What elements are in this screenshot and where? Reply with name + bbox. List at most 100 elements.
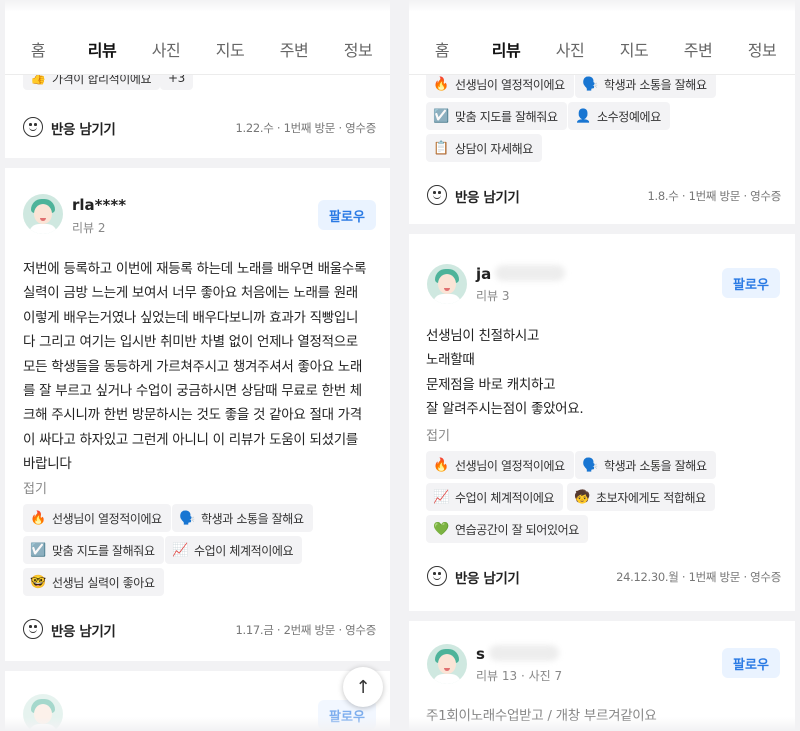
right-review-panel: 홈 리뷰 사진 지도 주변 정보 🔥 선생님이 열정적이에요 🗣️ 학생과 소통… xyxy=(409,0,795,731)
review-line: 노래할때 xyxy=(426,352,475,369)
react-row: 반응 남기기 24.12.30.월 · 1번째 방문 · 영수증 xyxy=(427,565,781,591)
review-tag: 🧒 초보자에게도 적합해요 xyxy=(567,483,715,511)
reviewer-nickname[interactable]: ja xyxy=(476,265,491,283)
clipboard-icon: 📋 xyxy=(433,140,449,156)
review-line: 문제점을 바로 캐치하고 xyxy=(426,376,556,393)
follow-button[interactable]: 팔로우 xyxy=(722,268,780,298)
review-tag: 🔥 선생님이 열정적이에요 xyxy=(426,451,574,479)
review-tag-label: 학생과 소통을 잘해요 xyxy=(604,77,707,92)
review-line: 를 잘 부르고 싶거나 수업이 궁금하시면 상담때 무료로 한번 체 xyxy=(23,383,362,400)
review-line: 잘 알려주시는점이 좋았어요. xyxy=(426,401,584,418)
fire-icon: 🔥 xyxy=(433,457,449,473)
avatar[interactable] xyxy=(427,644,467,684)
review-line: 크해 주시니까 한번 방문하시는 것도 좋을 것 같아요 절대 가격 xyxy=(23,407,362,424)
reviewer-stats: 리뷰 3 xyxy=(476,289,510,303)
tab-reviews[interactable]: 리뷰 xyxy=(88,37,117,61)
reviewer-nickname[interactable]: rla**** xyxy=(72,196,126,214)
tab-nearby[interactable]: 주변 xyxy=(280,37,309,61)
react-button[interactable]: 반응 남기기 xyxy=(455,186,520,206)
nickname-blur xyxy=(495,265,565,281)
review-tag: 👤 소수정예에요 xyxy=(568,102,670,130)
smile-icon[interactable] xyxy=(427,566,447,586)
react-button[interactable]: 반응 남기기 xyxy=(51,118,116,138)
reviewer-nickname[interactable]: s xyxy=(476,645,485,663)
review-line: 이 싸다고 하자있고 그런게 아니니 이 리뷰가 도움이 되셨기를 xyxy=(23,431,358,448)
tab-reviews[interactable]: 리뷰 xyxy=(492,37,521,61)
react-row: 반응 남기기 1.8.수 · 1번째 방문 · 영수증 xyxy=(427,184,781,210)
arrow-up-icon: ↑ xyxy=(355,676,371,698)
scroll-to-top-button[interactable]: ↑ xyxy=(343,667,383,707)
avatar[interactable] xyxy=(23,194,63,234)
visit-meta: 24.12.30.월 · 1번째 방문 · 영수증 xyxy=(616,570,781,584)
review-line: 선생님이 친절하시고 xyxy=(426,328,540,344)
tab-map[interactable]: 지도 xyxy=(216,37,245,61)
review-text[interactable]: 선생님이 친절하시고 노래할때 문제점을 바로 캐치하고 잘 알려주시는점이 좋… xyxy=(426,324,786,422)
review-tag-label: 초보자에게도 적합해요 xyxy=(596,490,706,505)
nerd-face-icon: 🤓 xyxy=(30,574,46,590)
tab-nearby[interactable]: 주변 xyxy=(684,37,713,61)
review-tag: 🗣️ 학생과 소통을 잘해요 xyxy=(172,504,313,532)
smile-icon[interactable] xyxy=(23,117,43,137)
chart-up-icon: 📈 xyxy=(172,542,188,558)
fold-button[interactable]: 접기 xyxy=(23,478,47,497)
reviewer-stats: 리뷰 2 xyxy=(72,221,106,235)
review-tag-label: 선생님이 열정적이에요 xyxy=(52,511,162,526)
review-line: 실력이 금방 느는게 보여서 너무 좋아요 처음에는 노래를 원래 xyxy=(23,285,358,302)
tab-photos[interactable]: 사진 xyxy=(152,37,181,61)
follow-button[interactable]: 팔로우 xyxy=(722,648,780,678)
review-tag: 📋 상담이 자세해요 xyxy=(426,134,542,162)
review-line: 이렇게 배우는거였나 싶었는데 배우다보니까 효과가 직빵입니 xyxy=(23,309,359,326)
follow-button[interactable]: 팔로우 xyxy=(318,200,376,230)
tab-home[interactable]: 홈 xyxy=(435,37,450,61)
review-line: 저번에 등록하고 이번에 재등록 하는데 노래를 배우면 배울수록 xyxy=(23,261,367,277)
person-icon: 👤 xyxy=(575,108,591,124)
smile-icon[interactable] xyxy=(23,619,43,639)
react-button[interactable]: 반응 남기기 xyxy=(51,620,116,640)
review-divider xyxy=(409,611,795,621)
nickname-blur xyxy=(489,645,559,661)
speaking-head-icon: 🗣️ xyxy=(582,76,598,92)
avatar[interactable] xyxy=(427,264,467,304)
fire-icon: 🔥 xyxy=(30,510,46,526)
visit-meta: 1.8.수 · 1번째 방문 · 영수증 xyxy=(647,189,782,203)
chart-up-icon: 📈 xyxy=(433,489,449,505)
react-row: 반응 남기기 1.22.수 · 1번째 방문 · 영수증 xyxy=(23,116,376,142)
speaking-head-icon: 🗣️ xyxy=(582,457,598,473)
review-tag: 🗣️ 학생과 소통을 잘해요 xyxy=(575,451,716,479)
review-divider xyxy=(5,661,390,671)
review-line: 바랍니다 xyxy=(23,456,72,473)
reviewer-stats: 리뷰 13 · 사진 7 xyxy=(476,669,563,683)
review-tag: 🤓 선생님 실력이 좋아요 xyxy=(23,568,164,596)
child-icon: 🧒 xyxy=(574,489,590,505)
tab-photos[interactable]: 사진 xyxy=(556,37,585,61)
review-tag-label: 소수정예에요 xyxy=(597,109,661,124)
visit-meta: 1.22.수 · 1번째 방문 · 영수증 xyxy=(235,121,376,135)
smile-icon[interactable] xyxy=(427,185,447,205)
tab-home[interactable]: 홈 xyxy=(31,37,46,61)
review-tag-label: 학생과 소통을 잘해요 xyxy=(201,511,304,526)
review-tag-label: 선생님이 열정적이에요 xyxy=(455,458,565,473)
fold-button[interactable]: 접기 xyxy=(426,425,450,444)
react-button[interactable]: 반응 남기기 xyxy=(455,567,520,587)
review-tag-label: 수업이 체계적이에요 xyxy=(194,543,294,558)
bottom-fade xyxy=(0,717,800,731)
review-tag-label: 맞춤 지도를 잘해줘요 xyxy=(455,109,558,124)
review-divider xyxy=(5,158,390,168)
review-text[interactable]: 저번에 등록하고 이번에 재등록 하는데 노래를 배우면 배울수록 실력이 금방… xyxy=(23,257,383,477)
tab-info[interactable]: 정보 xyxy=(748,37,777,61)
checkbox-icon: ☑️ xyxy=(30,542,46,558)
speaking-head-icon: 🗣️ xyxy=(179,510,195,526)
checkbox-icon: ☑️ xyxy=(433,108,449,124)
review-tag-label: 상담이 자세해요 xyxy=(455,141,533,156)
review-tag-label: 선생님 실력이 좋아요 xyxy=(52,575,155,590)
review-tag-label: 학생과 소통을 잘해요 xyxy=(604,458,707,473)
green-heart-icon: 💚 xyxy=(433,521,449,537)
review-line: 모든 학생들을 동등하게 가르쳐주시고 챙겨주셔서 좋아요 노래 xyxy=(23,358,363,375)
fire-icon: 🔥 xyxy=(433,76,449,92)
review-line: 다 그리고 여기는 입시반 취미반 차별 없이 언제나 열정적으로 xyxy=(23,334,358,351)
tab-map[interactable]: 지도 xyxy=(620,37,649,61)
react-row: 반응 남기기 1.17.금 · 2번째 방문 · 영수증 xyxy=(23,618,376,644)
review-tag: 📈 수업이 체계적이에요 xyxy=(426,483,564,511)
tab-info[interactable]: 정보 xyxy=(344,37,373,61)
left-review-panel: 홈 리뷰 사진 지도 주변 정보 👍 가격이 합리적이에요 +3 반응 남기기 … xyxy=(5,0,390,731)
